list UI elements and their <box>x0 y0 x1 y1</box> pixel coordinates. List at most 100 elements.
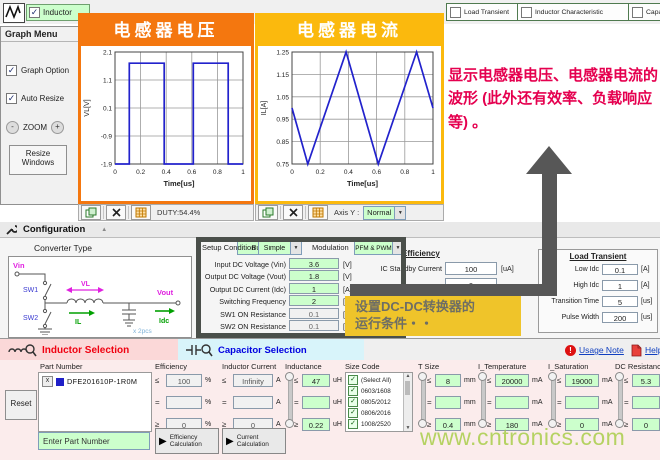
axis-y-select[interactable]: Normal ▼ <box>363 206 406 220</box>
filter-value-input[interactable] <box>233 396 273 409</box>
filter-value-input[interactable] <box>495 396 529 409</box>
size-code-option[interactable]: ✓0805/2012 <box>348 397 391 407</box>
range-slider[interactable] <box>418 372 427 428</box>
copy-graph-button[interactable] <box>81 205 101 220</box>
size-code-checkbox[interactable]: ✓ <box>348 375 358 385</box>
scrollbar-thumb[interactable] <box>405 381 410 395</box>
size-code-option[interactable]: ✓1008/2520 <box>348 419 391 429</box>
load-transient-button[interactable]: ✓ Load Transient <box>446 3 522 21</box>
svg-text:Time[us]: Time[us] <box>163 179 195 188</box>
capacitor-button[interactable]: ✓ Capacitor <box>628 3 660 21</box>
inductor-magnifier-icon <box>7 342 37 358</box>
tab-inductor-selection[interactable]: Inductor Selection <box>0 339 178 361</box>
remove-part-checkbox[interactable]: x <box>42 376 53 387</box>
zoom-out-button[interactable]: - <box>6 121 19 134</box>
filter-value-input[interactable] <box>565 396 599 409</box>
field-input[interactable]: 0.1 <box>602 264 638 275</box>
auto-resize-checkbox[interactable]: ✓ <box>6 93 17 104</box>
field-input[interactable]: 0.1 <box>289 320 339 331</box>
inductor-characteristic-button[interactable]: ✓ Inductor Characteristic <box>517 3 633 21</box>
filter-operator: = <box>487 398 492 407</box>
filter-value-input[interactable]: 0.22 <box>302 418 330 431</box>
filter-value-input[interactable]: Infinity <box>233 374 273 387</box>
slider-handle-max[interactable] <box>418 372 427 381</box>
reset-button[interactable]: Reset <box>5 390 37 420</box>
filter-value-input[interactable] <box>632 396 660 409</box>
slider-handle-max[interactable] <box>478 372 487 381</box>
size-code-option[interactable]: ✓(Select All) <box>348 375 391 385</box>
slider-handle-max[interactable] <box>615 372 624 381</box>
filter-value-input[interactable]: 19000 <box>565 374 599 387</box>
size-code-checkbox[interactable]: ✓ <box>348 408 358 418</box>
configuration-title: Configuration <box>23 224 85 235</box>
graph-settings-button[interactable] <box>106 205 126 220</box>
help-link[interactable]: Help <box>624 339 660 361</box>
waveform-tool-button[interactable] <box>3 3 25 23</box>
range-slider[interactable] <box>285 372 294 428</box>
range-slider[interactable] <box>478 372 487 428</box>
field-label: Pulse Width <box>539 314 599 321</box>
configuration-header[interactable]: Configuration ▲ <box>0 222 660 238</box>
slider-handle-max[interactable] <box>548 372 557 381</box>
ic-standby-current-input[interactable]: 100 <box>445 262 497 275</box>
filter-value-input[interactable]: 47 <box>302 374 330 387</box>
field-input[interactable]: 1 <box>602 280 638 291</box>
graph-option-checkbox[interactable]: ✓ <box>6 65 17 76</box>
field-input[interactable]: 1.8 <box>289 270 339 281</box>
slider-handle-min[interactable] <box>285 419 294 428</box>
size-code-list[interactable]: ✓(Select All)✓0603/1608✓0805/2012✓0806/2… <box>345 372 413 432</box>
field-label: High Idc <box>539 282 599 289</box>
filter-value-input[interactable] <box>435 396 461 409</box>
size-code-checkbox[interactable]: ✓ <box>348 386 358 396</box>
field-input[interactable]: 3.6 <box>289 258 339 269</box>
filter-value-input[interactable] <box>166 396 202 409</box>
capacitor-label: Capacitor <box>646 9 660 16</box>
modulation-select[interactable]: PFM & PWM ▼ <box>354 241 404 255</box>
filter-value-input[interactable]: 0 <box>632 418 660 431</box>
range-slider[interactable] <box>615 372 624 428</box>
field-label: SW2 ON Resistance <box>198 322 286 331</box>
part-number-input[interactable] <box>38 432 150 450</box>
series-color-swatch <box>56 378 64 386</box>
capacitor-checkbox[interactable]: ✓ <box>632 7 643 18</box>
auto-resize-row[interactable]: ✓ Auto Resize <box>6 93 64 104</box>
efficiency-calculation-button[interactable]: ▶ Efficiency Calculation <box>155 428 219 454</box>
filter-value-input[interactable]: 20000 <box>495 374 529 387</box>
current-calculation-button[interactable]: ▶ Current Calculation <box>222 428 286 454</box>
load-transient-checkbox[interactable]: ✓ <box>450 7 461 18</box>
range-slider[interactable] <box>548 372 557 428</box>
graph-option-row[interactable]: ✓ Graph Option <box>6 65 69 76</box>
size-code-option[interactable]: ✓0806/2016 <box>348 408 391 418</box>
export-data-button[interactable] <box>131 205 151 220</box>
field-input[interactable]: 200 <box>602 312 638 323</box>
export-data-button[interactable] <box>308 205 328 220</box>
field-input[interactable]: 0.1 <box>289 308 339 319</box>
size-code-checkbox[interactable]: ✓ <box>348 419 358 429</box>
field-label: Low Idc <box>539 266 599 273</box>
zoom-in-button[interactable]: + <box>51 121 64 134</box>
inductor-checkbox[interactable]: ✓ <box>29 7 40 18</box>
efficiency-secondary-input[interactable]: 0 <box>445 278 497 291</box>
field-input[interactable]: 5 <box>602 296 638 307</box>
slider-handle-max[interactable] <box>285 372 294 381</box>
tab-capacitor-selection[interactable]: Capacitor Selection <box>178 339 364 361</box>
field-input[interactable]: 1 <box>289 283 339 294</box>
filter-value-input[interactable]: 8 <box>435 374 461 387</box>
inductor-characteristic-checkbox[interactable]: ✓ <box>521 7 532 18</box>
size-code-option[interactable]: ✓0603/1608 <box>348 386 391 396</box>
copy-graph-button[interactable] <box>258 205 278 220</box>
collapse-icon[interactable]: ▲ <box>101 227 107 233</box>
field-input[interactable]: 2 <box>289 295 339 306</box>
graph-settings-button[interactable] <box>283 205 303 220</box>
filter-value-input[interactable] <box>302 396 330 409</box>
resize-windows-button[interactable]: Resize Windows <box>9 145 67 175</box>
il-label: IL <box>75 319 82 326</box>
usage-note-link[interactable]: ! Usage Note <box>558 339 624 361</box>
part-number-list[interactable]: x DFE201610P-1R0M <box>38 372 152 432</box>
size-code-scrollbar[interactable]: ▲▼ <box>403 373 412 431</box>
part-list-item[interactable]: x DFE201610P-1R0M <box>42 376 137 387</box>
size-code-checkbox[interactable]: ✓ <box>348 397 358 407</box>
filter-value-input[interactable]: 100 <box>166 374 202 387</box>
setup-condition-select[interactable]: Simple ▼ <box>258 241 302 255</box>
filter-value-input[interactable]: 5.3 <box>632 374 660 387</box>
